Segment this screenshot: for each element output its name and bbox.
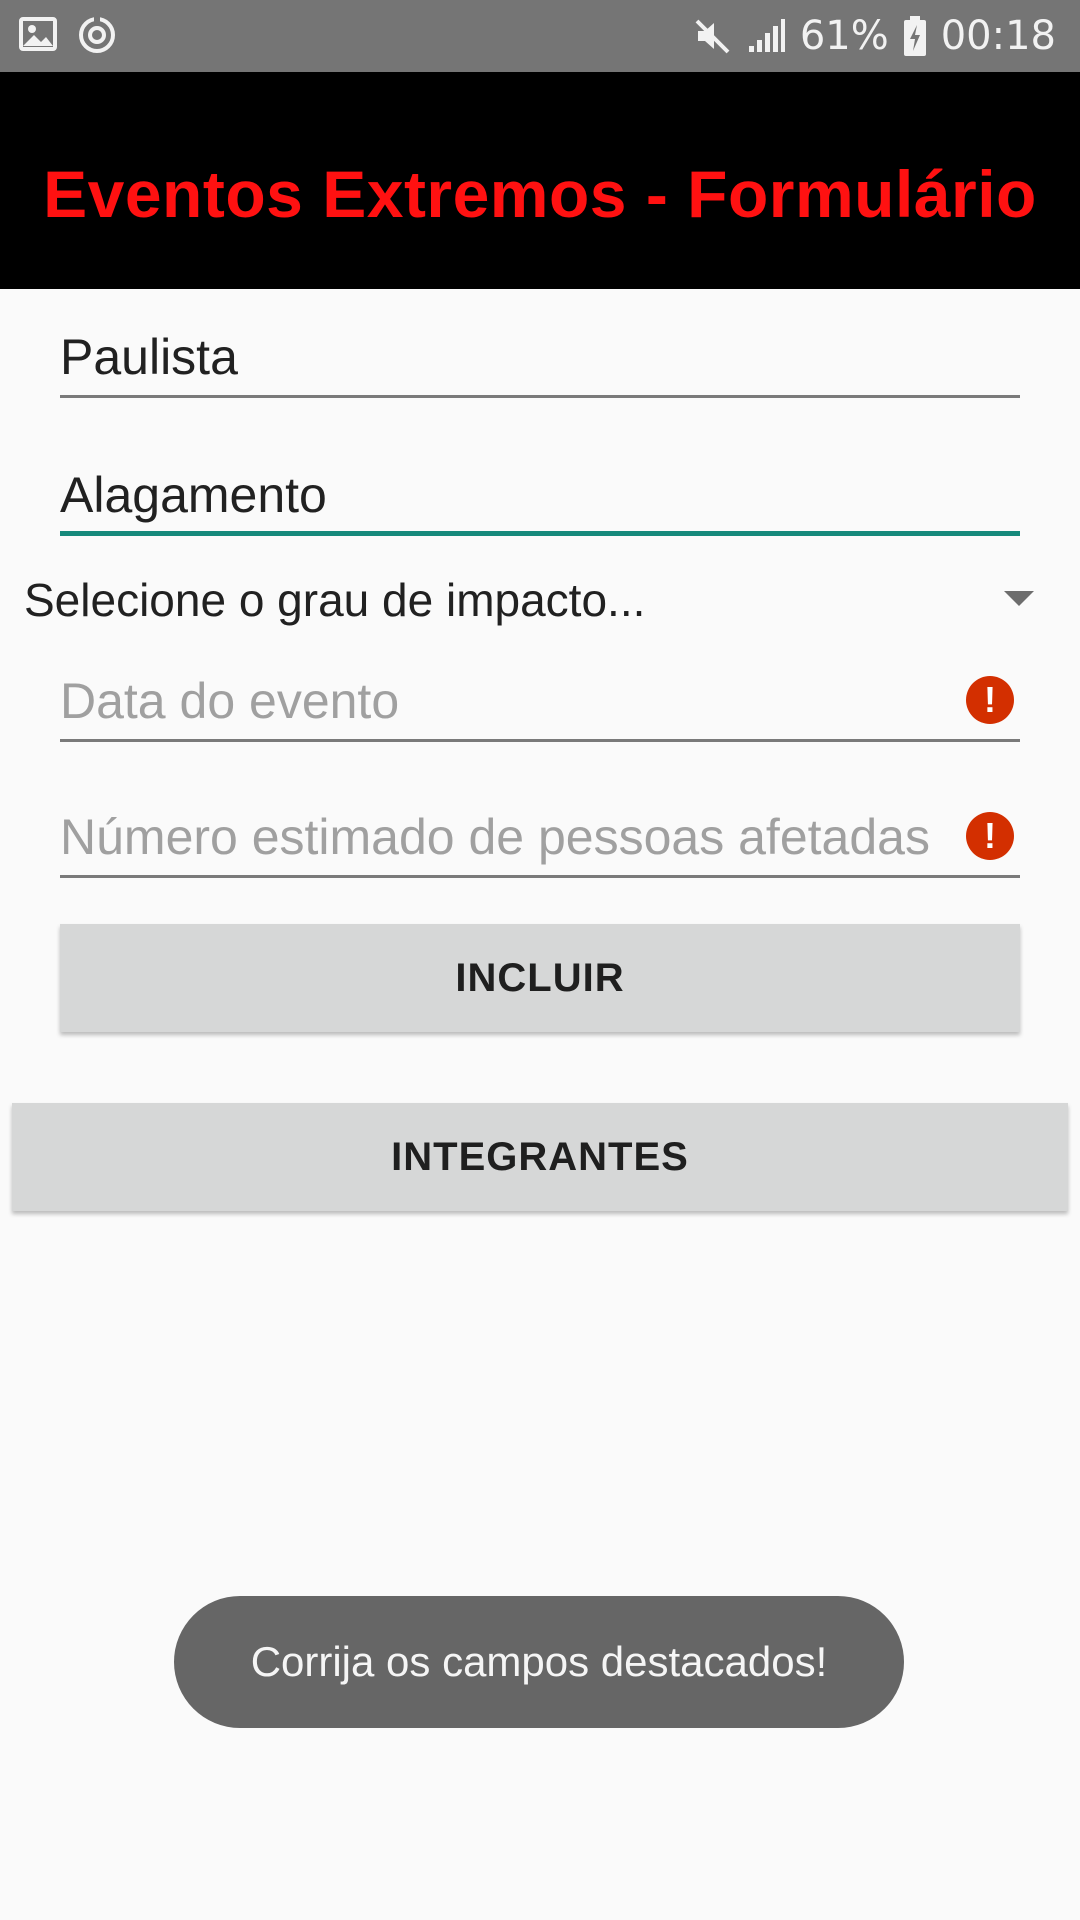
members-button[interactable]: INTEGRANTES xyxy=(12,1103,1068,1211)
clock: 00:18 xyxy=(940,13,1056,59)
include-button[interactable]: INCLUIR xyxy=(60,924,1020,1032)
location-field[interactable]: Paulista xyxy=(60,328,1020,398)
error-icon: ! xyxy=(966,812,1014,860)
sync-icon xyxy=(79,16,115,53)
impact-level-spinner[interactable]: Selecione o grau de impacto... xyxy=(24,565,1034,635)
event-date-placeholder: Data do evento xyxy=(60,673,400,729)
page-title: Eventos Extremos - Formulário xyxy=(43,157,1037,231)
battery-charging-icon xyxy=(903,16,926,56)
event-type-field[interactable]: Alagamento xyxy=(60,466,1020,536)
affected-people-field[interactable]: Número estimado de pessoas afetadas ! xyxy=(60,808,1020,878)
event-type-field-value: Alagamento xyxy=(60,467,327,523)
location-field-value: Paulista xyxy=(60,329,238,385)
event-date-field[interactable]: Data do evento ! xyxy=(60,672,1020,742)
mute-icon xyxy=(695,19,730,54)
status-bar: 61% 00:18 xyxy=(0,0,1080,72)
battery-percent: 61% xyxy=(799,13,889,59)
dropdown-caret-icon xyxy=(1004,591,1034,606)
toast-message: Corrija os campos destacados! xyxy=(174,1596,904,1728)
impact-level-spinner-value: Selecione o grau de impacto... xyxy=(24,574,646,626)
affected-people-placeholder: Número estimado de pessoas afetadas xyxy=(60,809,930,865)
gallery-icon xyxy=(19,17,57,51)
app-header: Eventos Extremos - Formulário xyxy=(0,72,1080,289)
signal-icon xyxy=(748,19,785,52)
error-icon: ! xyxy=(966,676,1014,724)
